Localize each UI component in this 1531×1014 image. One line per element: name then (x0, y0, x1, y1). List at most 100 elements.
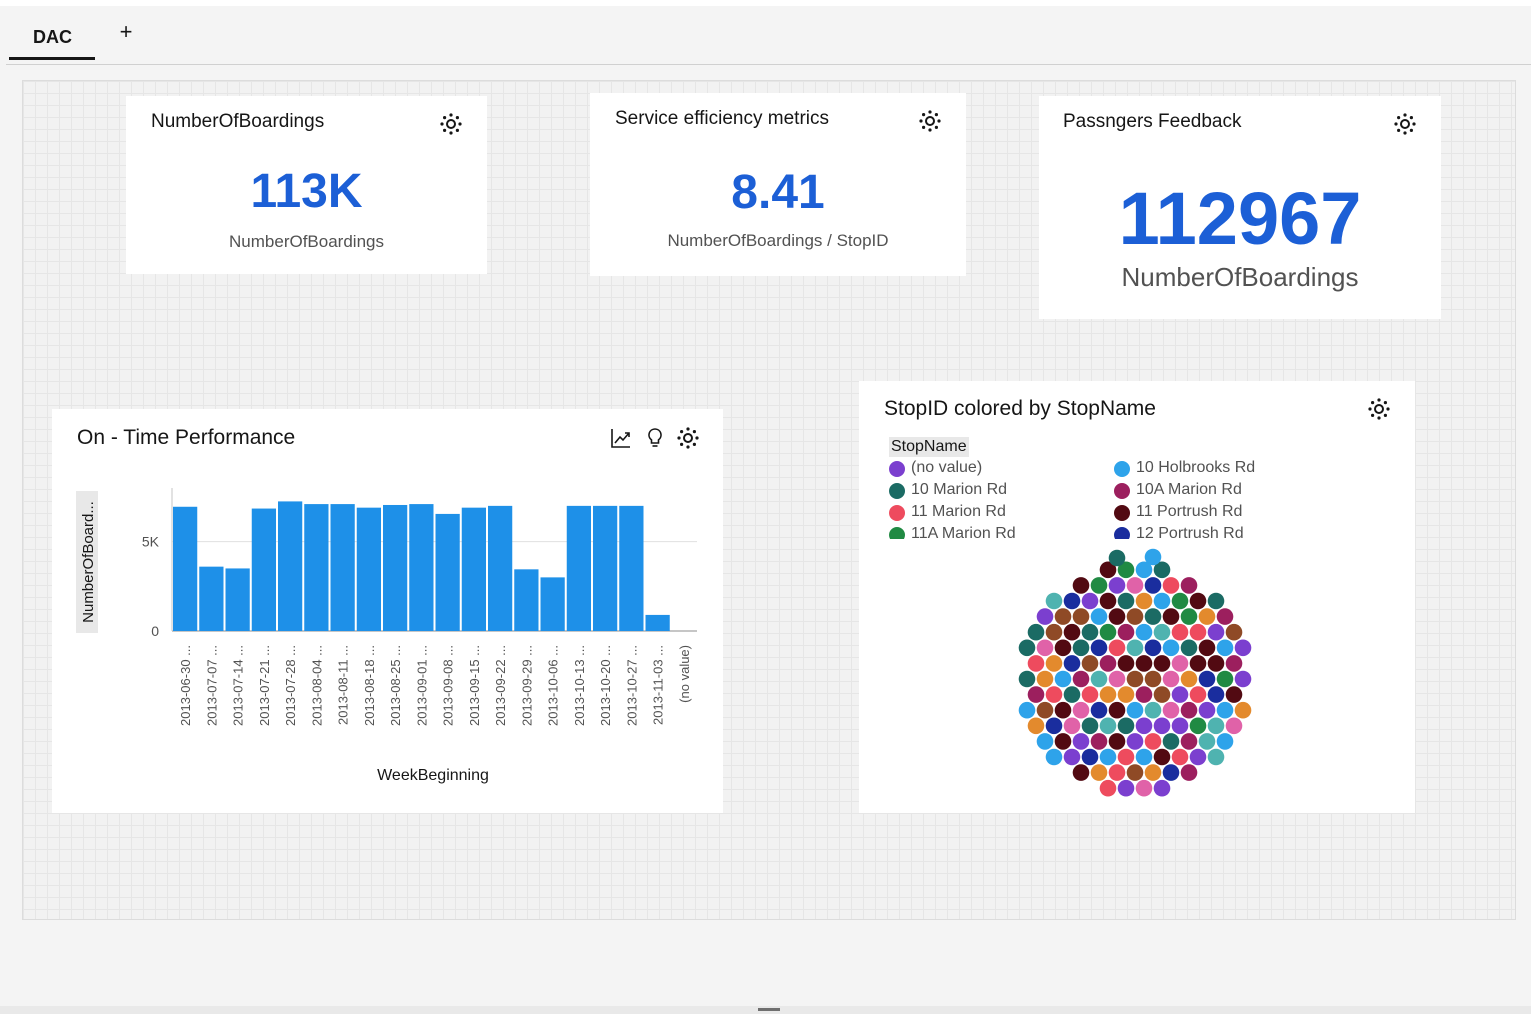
stop-circle[interactable] (1135, 686, 1153, 703)
stop-circle[interactable] (1135, 717, 1153, 735)
stop-circle[interactable] (1117, 686, 1135, 703)
stop-circle[interactable] (1198, 701, 1216, 719)
stop-circle[interactable] (1099, 717, 1117, 735)
stop-circle[interactable] (1036, 701, 1054, 719)
stop-circle[interactable] (1063, 686, 1081, 703)
stop-circle[interactable] (1117, 779, 1135, 797)
stop-circle[interactable] (1072, 701, 1090, 719)
bar[interactable] (304, 504, 329, 631)
stop-circle[interactable] (1108, 764, 1126, 781)
stop-circle[interactable] (1144, 701, 1162, 719)
stop-circle[interactable] (1036, 639, 1054, 657)
stop-circle[interactable] (1153, 779, 1171, 797)
stop-circle[interactable] (1027, 686, 1045, 703)
stop-circle[interactable] (1072, 733, 1090, 750)
stop-circle[interactable] (1063, 748, 1081, 766)
stop-circle[interactable] (1126, 733, 1144, 750)
stop-circle[interactable] (1198, 733, 1216, 750)
stop-circle[interactable] (1207, 748, 1225, 766)
stop-circle[interactable] (1153, 623, 1171, 641)
stop-circle[interactable] (1081, 655, 1099, 672)
bar[interactable] (383, 504, 408, 631)
stop-circle[interactable] (1072, 608, 1090, 625)
stopid-packed-circles[interactable] (859, 381, 1415, 813)
stop-circle[interactable] (1072, 670, 1090, 688)
bar[interactable] (409, 504, 434, 631)
bar[interactable] (225, 568, 250, 631)
stop-circle[interactable] (1144, 548, 1162, 566)
stop-circle[interactable] (1153, 655, 1171, 672)
stop-circle[interactable] (1225, 686, 1243, 703)
stop-circle[interactable] (1144, 608, 1162, 625)
stop-circle[interactable] (1189, 686, 1207, 703)
stop-circle[interactable] (1189, 717, 1207, 735)
stop-circle[interactable] (1054, 701, 1072, 719)
bar[interactable] (356, 507, 381, 631)
stopid-pack-card[interactable]: StopID colored by StopName StopName (no … (859, 381, 1415, 813)
stop-circle[interactable] (1207, 655, 1225, 672)
stop-circle[interactable] (1018, 639, 1036, 657)
stop-circle[interactable] (1144, 670, 1162, 688)
stop-circle[interactable] (1216, 639, 1234, 657)
stop-circle[interactable] (1216, 733, 1234, 750)
stop-circle[interactable] (1099, 623, 1117, 641)
stop-circle[interactable] (1090, 733, 1108, 750)
stop-circle[interactable] (1135, 655, 1153, 672)
bar[interactable] (593, 505, 618, 631)
stop-circle[interactable] (1180, 577, 1198, 594)
stop-circle[interactable] (1234, 639, 1252, 657)
stop-circle[interactable] (1234, 670, 1252, 688)
stop-circle[interactable] (1162, 608, 1180, 625)
widget-settings-icon[interactable] (918, 109, 942, 133)
stop-circle[interactable] (1027, 655, 1045, 672)
stop-circle[interactable] (1135, 779, 1153, 797)
stop-circle[interactable] (1063, 592, 1081, 610)
stop-circle[interactable] (1171, 686, 1189, 703)
stop-circle[interactable] (1108, 608, 1126, 625)
on-time-performance-card[interactable]: On - Time Performance 0 5K 2013-06-30 ... 2… (52, 409, 723, 813)
stop-circle[interactable] (1234, 701, 1252, 719)
stop-circle[interactable] (1135, 623, 1153, 641)
stop-circle[interactable] (1198, 670, 1216, 688)
stop-circle[interactable] (1225, 623, 1243, 641)
stop-circle[interactable] (1036, 608, 1054, 625)
stop-circle[interactable] (1027, 623, 1045, 641)
stop-circle[interactable] (1153, 686, 1171, 703)
stop-circle[interactable] (1171, 592, 1189, 610)
stop-circle[interactable] (1063, 717, 1081, 735)
stop-circle[interactable] (1144, 639, 1162, 657)
stop-circle[interactable] (1189, 748, 1207, 766)
stop-circle[interactable] (1144, 577, 1162, 594)
stop-circle[interactable] (1081, 717, 1099, 735)
stop-circle[interactable] (1063, 623, 1081, 641)
stop-circle[interactable] (1081, 686, 1099, 703)
stop-circle[interactable] (1018, 670, 1036, 688)
stop-circle[interactable] (1027, 717, 1045, 735)
stop-circle[interactable] (1117, 623, 1135, 641)
stop-circle[interactable] (1135, 748, 1153, 766)
stop-circle[interactable] (1153, 592, 1171, 610)
stop-circle[interactable] (1207, 623, 1225, 641)
stop-circle[interactable] (1090, 577, 1108, 594)
stop-circle[interactable] (1108, 733, 1126, 750)
stop-circle[interactable] (1216, 701, 1234, 719)
widget-settings-icon[interactable] (439, 112, 463, 136)
stop-circle[interactable] (1108, 701, 1126, 719)
bar[interactable] (488, 505, 513, 631)
stop-circle[interactable] (1090, 764, 1108, 781)
bar[interactable] (435, 513, 460, 631)
stop-circle[interactable] (1171, 655, 1189, 672)
stop-circle[interactable] (1189, 592, 1207, 610)
stop-circle[interactable] (1099, 779, 1117, 797)
stop-circle[interactable] (1108, 670, 1126, 688)
stop-circle[interactable] (1153, 748, 1171, 766)
stop-circle[interactable] (1207, 717, 1225, 735)
stop-circle[interactable] (1153, 717, 1171, 735)
kpi-card-boardings[interactable]: NumberOfBoardings 113K NumberOfBoardings (126, 96, 487, 274)
bar[interactable] (619, 505, 644, 631)
stop-circle[interactable] (1126, 639, 1144, 657)
stop-circle[interactable] (1207, 686, 1225, 703)
stop-circle[interactable] (1189, 623, 1207, 641)
widget-settings-icon[interactable] (1393, 112, 1417, 136)
stop-circle[interactable] (1036, 733, 1054, 750)
